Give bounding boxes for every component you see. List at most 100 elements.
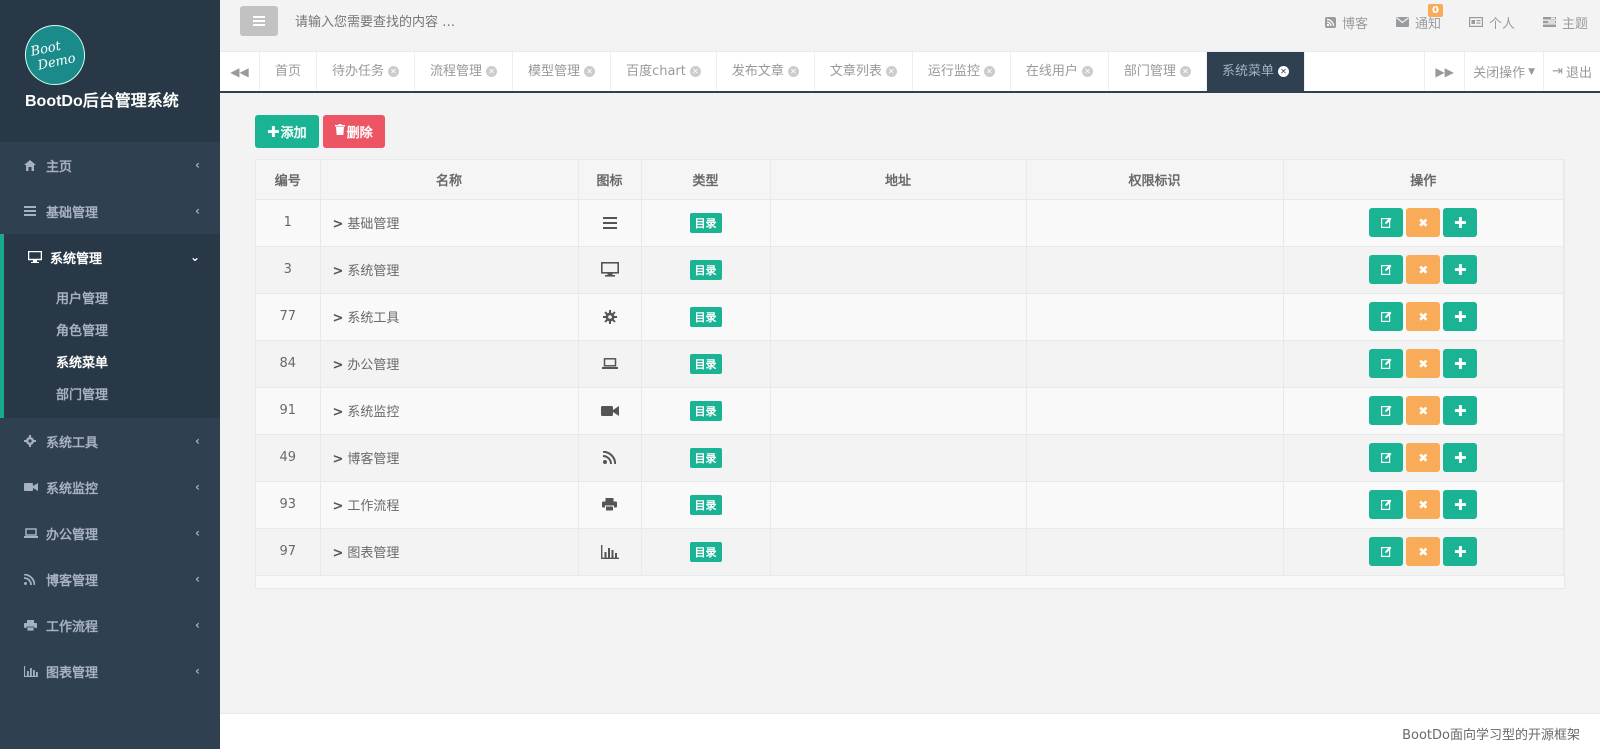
table-row[interactable]: 84 > 办公管理 目录 ✖ ✚ <box>256 340 1564 388</box>
tab-scroll-left-button[interactable]: ◀◀ <box>220 52 260 91</box>
add-button[interactable]: ✚ 添加 <box>255 115 319 148</box>
close-operations-dropdown[interactable]: 关闭操作 ▼ <box>1464 52 1543 91</box>
edit-button[interactable] <box>1369 443 1404 472</box>
column-header-perms[interactable]: 权限标识 <box>1026 160 1284 200</box>
chevron-right-icon[interactable]: > <box>333 264 344 279</box>
add-child-button[interactable]: ✚ <box>1443 443 1478 472</box>
tab-article-list[interactable]: 文章列表 ✕ <box>815 52 913 91</box>
chevron-right-icon[interactable]: > <box>333 546 344 561</box>
menu-toggle-button[interactable] <box>240 6 278 36</box>
edit-button[interactable] <box>1369 490 1404 519</box>
chevron-right-icon[interactable]: > <box>333 358 344 373</box>
edit-button[interactable] <box>1369 537 1404 566</box>
chevron-right-icon[interactable]: > <box>333 499 344 514</box>
tab-publish-article[interactable]: 发布文章 ✕ <box>717 52 815 91</box>
tab-home[interactable]: 首页 <box>260 52 318 91</box>
edit-button[interactable] <box>1369 396 1404 425</box>
chevron-right-icon[interactable]: > <box>333 452 344 467</box>
chevron-right-icon[interactable]: > <box>333 405 344 420</box>
column-header-name[interactable]: 名称 <box>320 160 579 200</box>
cell-actions: ✖ ✚ <box>1283 246 1564 294</box>
add-child-button[interactable]: ✚ <box>1443 396 1478 425</box>
remove-button[interactable]: ✖ <box>1406 490 1441 519</box>
sidebar-item-basic[interactable]: 基础管理 ‹ <box>0 188 220 234</box>
add-child-button[interactable]: ✚ <box>1443 302 1478 331</box>
add-child-button[interactable]: ✚ <box>1443 208 1478 237</box>
close-icon[interactable]: ✕ <box>1081 66 1093 77</box>
sidebar-subitem-menu[interactable]: 系统菜单 <box>4 348 220 380</box>
cell-name: > 系统监控 <box>320 387 579 435</box>
add-child-button[interactable]: ✚ <box>1443 255 1478 284</box>
sidebar-subitem-dept[interactable]: 部门管理 <box>4 380 220 412</box>
close-icon[interactable]: ✕ <box>983 66 995 77</box>
bars-icon <box>602 215 617 230</box>
tab-process[interactable]: 流程管理 ✕ <box>415 52 514 91</box>
edit-button[interactable] <box>1369 349 1404 378</box>
chevron-right-icon[interactable]: > <box>333 311 344 326</box>
remove-button[interactable]: ✖ <box>1406 255 1441 284</box>
close-icon[interactable]: ✕ <box>689 66 701 77</box>
close-icon[interactable]: ✕ <box>486 66 498 77</box>
close-icon[interactable]: ✕ <box>584 66 596 77</box>
add-child-button[interactable]: ✚ <box>1443 490 1478 519</box>
sidebar-subitem-role[interactable]: 角色管理 <box>4 316 220 348</box>
table-row[interactable]: 49 > 博客管理 目录 ✖ ✚ <box>256 434 1564 482</box>
sidebar-item-tools[interactable]: 系统工具 ‹ <box>0 418 220 464</box>
tab-system-menu[interactable]: 系统菜单 ✕ <box>1206 52 1305 91</box>
table-row[interactable]: 1 > 基础管理 目录 ✖ ✚ <box>256 199 1564 247</box>
column-header-id[interactable]: 编号 <box>256 160 321 200</box>
tab-online-users[interactable]: 在线用户 ✕ <box>1011 52 1109 91</box>
remove-button[interactable]: ✖ <box>1406 349 1441 378</box>
notify-link[interactable]: 通知 0 <box>1395 3 1443 32</box>
cell-type: 目录 <box>641 481 771 529</box>
add-child-button[interactable]: ✚ <box>1443 349 1478 378</box>
tab-todo[interactable]: 待办任务 ✕ <box>317 52 416 91</box>
sidebar-item-office[interactable]: 办公管理 ‹ <box>0 510 220 556</box>
tab-run-monitor[interactable]: 运行监控 ✕ <box>913 52 1011 91</box>
blog-link[interactable]: 博客 <box>1324 13 1368 32</box>
remove-button[interactable]: ✖ <box>1406 208 1441 237</box>
tab-dept[interactable]: 部门管理 ✕ <box>1109 52 1207 91</box>
table-row[interactable]: 97 > 图表管理 目录 ✖ ✚ <box>256 528 1564 576</box>
column-header-icon[interactable]: 图标 <box>578 160 642 200</box>
edit-button[interactable] <box>1369 208 1404 237</box>
tab-baidu-chart[interactable]: 百度chart ✕ <box>611 52 717 91</box>
sidebar-item-system[interactable]: 系统管理 ⌄ <box>0 234 220 280</box>
column-header-url[interactable]: 地址 <box>770 160 1027 200</box>
theme-link[interactable]: 主题 <box>1542 13 1588 32</box>
close-icon: ✖ <box>1418 403 1429 418</box>
logout-button[interactable]: ⇥ 退出 <box>1543 52 1600 91</box>
sidebar-item-charts[interactable]: 图表管理 ‹ <box>0 648 220 694</box>
remove-button[interactable]: ✖ <box>1406 537 1441 566</box>
close-icon[interactable]: ✕ <box>388 66 400 77</box>
close-icon[interactable]: ✕ <box>885 66 897 77</box>
table-header-row: 编号 名称 图标 类型 地址 权限标识 操作 <box>256 160 1564 200</box>
delete-button[interactable]: 删除 <box>322 115 385 148</box>
table-row[interactable]: 3 > 系统管理 目录 ✖ ✚ <box>256 246 1564 294</box>
edit-button[interactable] <box>1369 302 1404 331</box>
close-icon[interactable]: ✕ <box>1179 66 1191 77</box>
sidebar-item-blog[interactable]: 博客管理 ‹ <box>0 556 220 602</box>
add-child-button[interactable]: ✚ <box>1443 537 1478 566</box>
edit-button[interactable] <box>1369 255 1404 284</box>
tab-scroll-right-button[interactable]: ▶▶ <box>1424 52 1464 91</box>
tab-model[interactable]: 模型管理 ✕ <box>513 52 612 91</box>
close-icon[interactable]: ✕ <box>787 66 799 77</box>
column-header-type[interactable]: 类型 <box>641 160 771 200</box>
table-row[interactable]: 93 > 工作流程 目录 ✖ ✚ <box>256 481 1564 529</box>
sidebar-subitem-user[interactable]: 用户管理 <box>4 284 220 316</box>
search-input[interactable] <box>295 12 595 32</box>
table-row[interactable]: 77 > 系统工具 目录 ✖ ✚ <box>256 293 1564 341</box>
remove-button[interactable]: ✖ <box>1406 302 1441 331</box>
close-icon[interactable]: ✕ <box>1277 66 1289 77</box>
remove-button[interactable]: ✖ <box>1406 443 1441 472</box>
personal-link[interactable]: 个人 <box>1468 13 1515 32</box>
chevron-right-icon[interactable]: > <box>333 217 344 232</box>
cell-perms <box>1026 481 1284 529</box>
remove-button[interactable]: ✖ <box>1406 396 1441 425</box>
sidebar-item-home[interactable]: 主页 ‹ <box>0 142 220 188</box>
sidebar: Boot Demo BootDo后台管理系统 主页 ‹ 基础管理 ‹ 系统管理 … <box>0 0 220 749</box>
sidebar-item-monitor[interactable]: 系统监控 ‹ <box>0 464 220 510</box>
table-row[interactable]: 91 > 系统监控 目录 ✖ ✚ <box>256 387 1564 435</box>
sidebar-item-workflow[interactable]: 工作流程 ‹ <box>0 602 220 648</box>
